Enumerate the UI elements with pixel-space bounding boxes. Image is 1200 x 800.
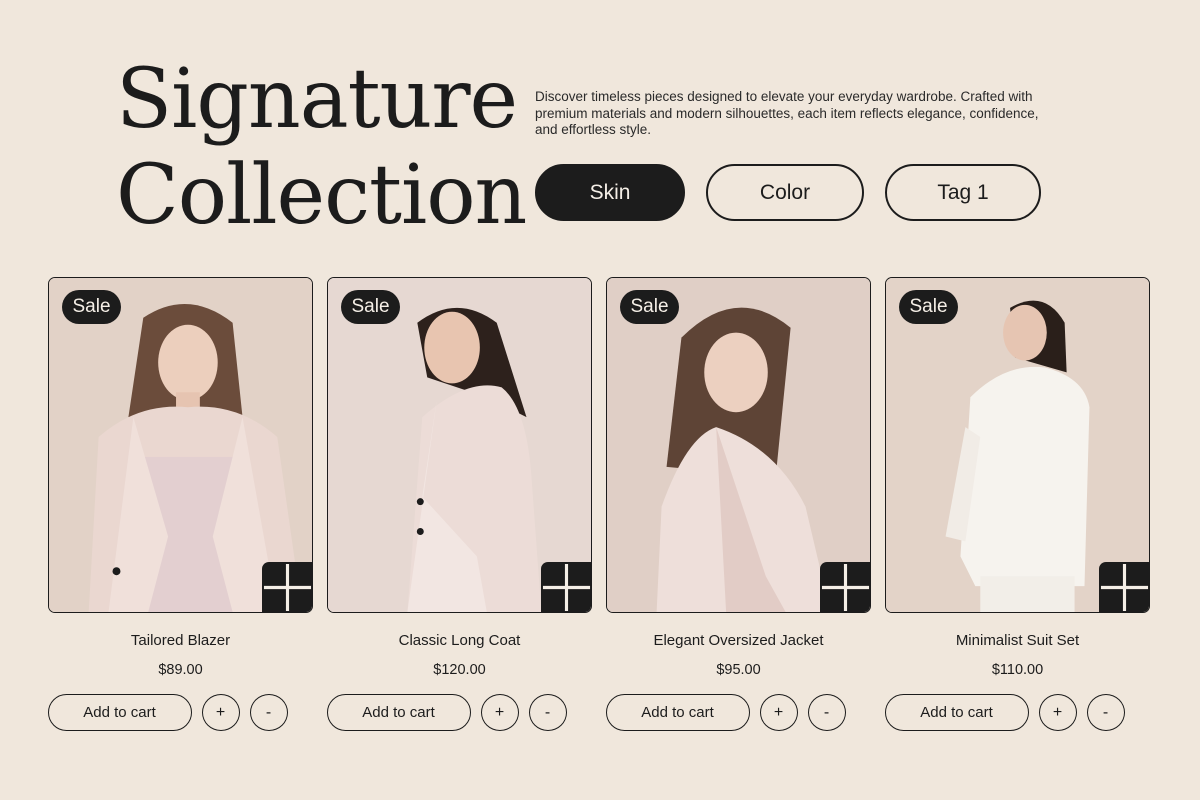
product-card: Sale Elegant Oversized Jacket $95.00 Add… (605, 277, 871, 731)
decrease-quantity-button[interactable]: - (249, 694, 288, 731)
filter-chip-skin[interactable]: Skin (535, 164, 685, 221)
sale-badge: Sale (899, 290, 958, 324)
page-title-line-2: Collection (116, 148, 527, 243)
page-title-line-1: Signature (116, 52, 518, 147)
add-to-cart-button[interactable]: Add to cart (605, 694, 750, 731)
sale-badge: Sale (341, 290, 400, 324)
product-name: Elegant Oversized Jacket (653, 632, 824, 649)
product-actions: Add to cart + - (884, 694, 1125, 731)
collection-description: Discover timeless pieces designed to ele… (535, 89, 1039, 137)
quick-add-button[interactable] (541, 562, 591, 612)
decrease-quantity-button[interactable]: - (1086, 694, 1125, 731)
product-actions: Add to cart + - (47, 694, 288, 731)
decrease-quantity-button[interactable]: - (528, 694, 567, 731)
product-actions: Add to cart + - (326, 694, 567, 731)
increase-quantity-button[interactable]: + (201, 694, 240, 731)
page-title: Signature Collection (116, 52, 527, 244)
product-card: Sale Minimalist Suit Set $110.00 Add to … (884, 277, 1150, 731)
product-image[interactable]: Sale (48, 277, 313, 613)
product-price: $95.00 (716, 662, 761, 678)
product-price: $110.00 (991, 662, 1044, 678)
product-price: $89.00 (158, 662, 203, 678)
product-card: Sale Tailored Blazer $89.00 Add to cart … (47, 277, 313, 731)
product-card: Sale Classic Long Coat $120.00 Add to ca… (326, 277, 592, 731)
product-name: Tailored Blazer (130, 632, 231, 649)
product-image[interactable]: Sale (606, 277, 871, 613)
product-actions: Add to cart + - (605, 694, 846, 731)
plus-icon (1100, 563, 1149, 612)
plus-icon (821, 563, 870, 612)
product-grid: Sale Tailored Blazer $89.00 Add to cart … (47, 277, 1150, 731)
product-image[interactable]: Sale (885, 277, 1150, 613)
increase-quantity-button[interactable]: + (1038, 694, 1077, 731)
sale-badge: Sale (62, 290, 121, 324)
quick-add-button[interactable] (262, 562, 312, 612)
increase-quantity-button[interactable]: + (759, 694, 798, 731)
plus-icon (263, 563, 312, 612)
product-price: $120.00 (433, 662, 486, 678)
product-image[interactable]: Sale (327, 277, 592, 613)
add-to-cart-button[interactable]: Add to cart (47, 694, 192, 731)
filter-chip-tag-1[interactable]: Tag 1 (885, 164, 1041, 221)
product-name: Classic Long Coat (398, 632, 521, 649)
decrease-quantity-button[interactable]: - (807, 694, 846, 731)
increase-quantity-button[interactable]: + (480, 694, 519, 731)
filter-chips: Skin Color Tag 1 (535, 164, 1041, 221)
plus-icon (542, 563, 591, 612)
add-to-cart-button[interactable]: Add to cart (326, 694, 471, 731)
filter-chip-color[interactable]: Color (706, 164, 864, 221)
quick-add-button[interactable] (1099, 562, 1149, 612)
quick-add-button[interactable] (820, 562, 870, 612)
sale-badge: Sale (620, 290, 679, 324)
product-name: Minimalist Suit Set (955, 632, 1080, 649)
add-to-cart-button[interactable]: Add to cart (884, 694, 1029, 731)
